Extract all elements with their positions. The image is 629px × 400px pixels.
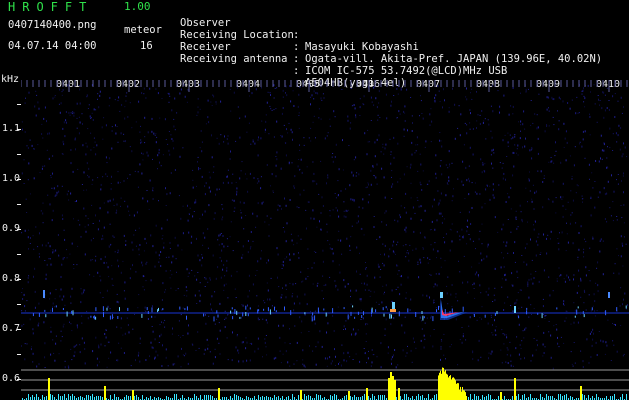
signal-histogram: [22, 367, 627, 400]
frequency-unit-label: kHz: [1, 74, 20, 85]
meteor-echo: [440, 292, 468, 320]
spectrogram: [21, 80, 629, 400]
noise-field: [21, 84, 628, 370]
minute-ticks: [21, 80, 628, 92]
echo-traces: [32, 290, 627, 322]
